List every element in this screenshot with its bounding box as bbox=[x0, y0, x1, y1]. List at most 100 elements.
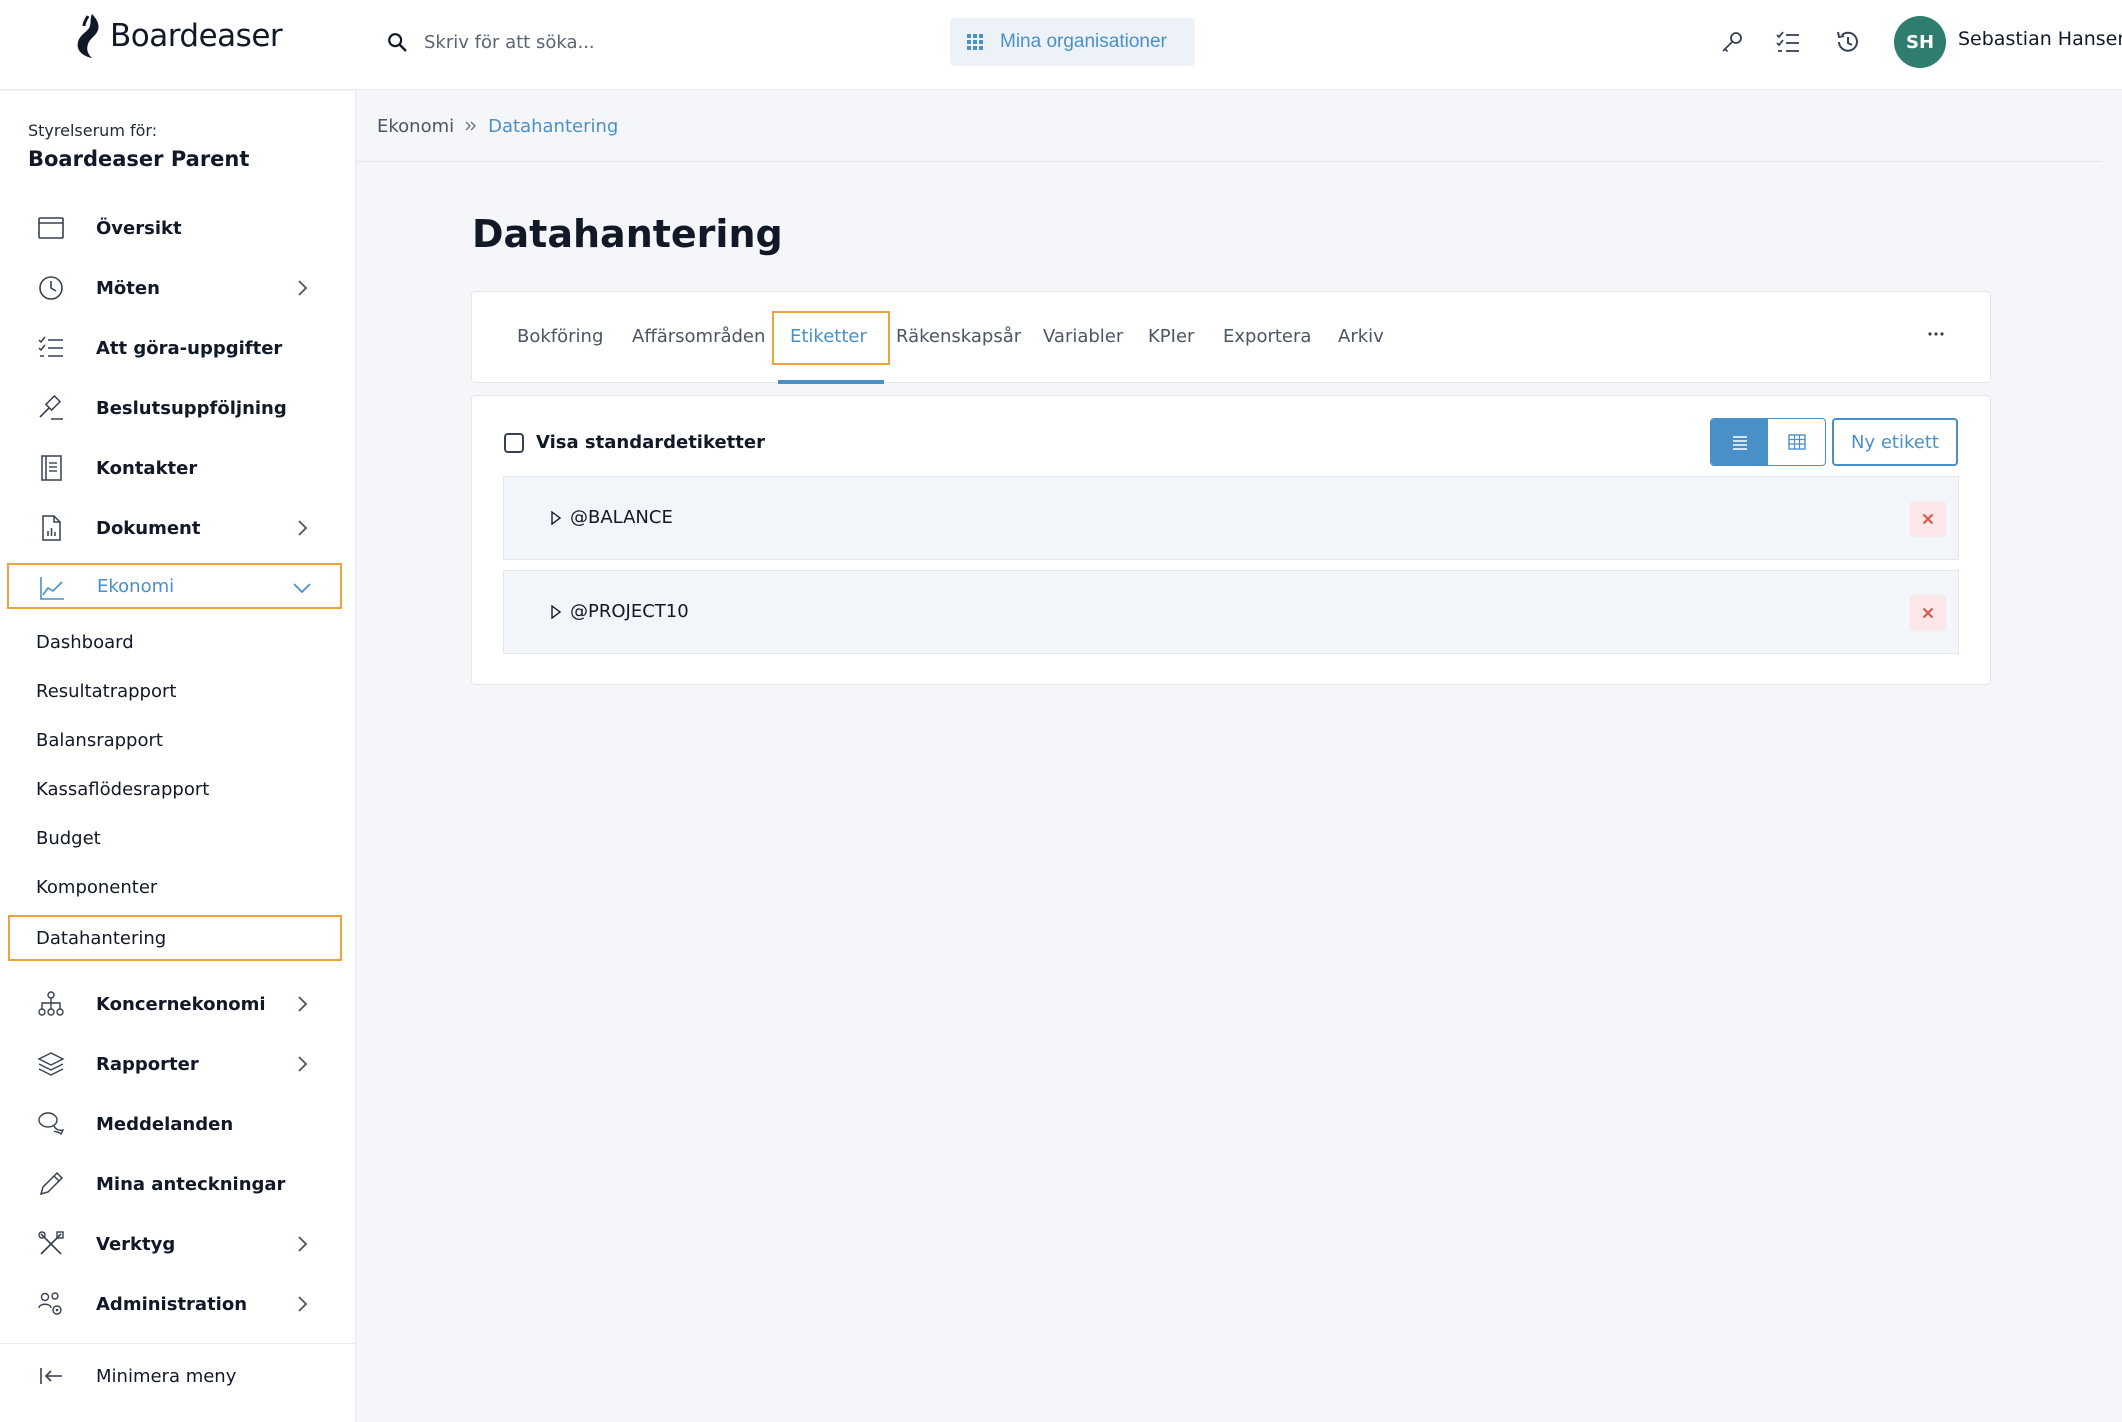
gavel-icon bbox=[36, 394, 66, 422]
tab-arkiv[interactable]: Arkiv bbox=[1338, 326, 1384, 347]
table-view-button[interactable] bbox=[1768, 419, 1825, 465]
sidebar-item-reports[interactable]: Rapporter bbox=[8, 1041, 340, 1087]
show-default-labels-checkbox[interactable] bbox=[504, 432, 524, 453]
app-logo[interactable]: Boardeaser bbox=[70, 12, 283, 60]
sidebar-item-label: Meddelanden bbox=[96, 1113, 234, 1135]
submenu-item-komponenter[interactable]: Komponenter bbox=[8, 864, 342, 910]
tab-affarsomraden[interactable]: Affärsområden bbox=[632, 326, 765, 347]
submenu-item-datahantering[interactable]: Datahantering bbox=[8, 915, 342, 961]
sidebar-item-label: Möten bbox=[96, 277, 160, 299]
table-grid-icon bbox=[1787, 434, 1806, 450]
submenu-item-kassaflodesrapport[interactable]: Kassaflödesrapport bbox=[8, 766, 342, 812]
key-icon bbox=[1722, 32, 1742, 53]
tools-icon bbox=[36, 1230, 66, 1258]
sidebar-item-label: Rapporter bbox=[96, 1053, 199, 1075]
my-organisations-button[interactable]: Mina organisationer bbox=[950, 18, 1195, 66]
tab-etiketter[interactable]: Etiketter bbox=[790, 326, 867, 347]
boardeaser-logo-icon bbox=[77, 14, 99, 58]
user-avatar[interactable]: SH bbox=[1894, 16, 1946, 68]
caret-right-icon[interactable] bbox=[550, 511, 562, 525]
sidebar-item-label: Ekonomi bbox=[97, 575, 175, 597]
label-row[interactable]: @BALANCE bbox=[503, 476, 1959, 560]
list-view-button[interactable] bbox=[1711, 419, 1768, 465]
label-name: @PROJECT10 bbox=[570, 601, 689, 622]
calendar-icon bbox=[36, 214, 66, 242]
history-icon bbox=[1837, 31, 1858, 52]
tab-variabler[interactable]: Variabler bbox=[1043, 326, 1123, 347]
chat-bubbles-icon bbox=[36, 1110, 66, 1138]
label-name: @BALANCE bbox=[570, 507, 673, 528]
pencil-icon bbox=[36, 1170, 66, 1198]
label-row[interactable]: @PROJECT10 bbox=[503, 570, 1959, 654]
org-tree-icon bbox=[36, 990, 66, 1018]
delete-label-button[interactable] bbox=[1910, 501, 1946, 537]
sidebar-item-label: Administration bbox=[96, 1293, 248, 1315]
sidebar-item-label: Beslutsuppföljning bbox=[96, 397, 287, 419]
board-room-name[interactable]: Boardeaser Parent bbox=[28, 147, 249, 171]
submenu-item-resultatrapport[interactable]: Resultatrapport bbox=[8, 668, 342, 714]
submenu-item-dashboard[interactable]: Dashboard bbox=[8, 619, 342, 665]
submenu-item-budget[interactable]: Budget bbox=[8, 815, 342, 861]
minimize-menu-label: Minimera meny bbox=[96, 1365, 237, 1387]
sidebar-item-tasks[interactable]: Att göra-uppgifter bbox=[8, 325, 340, 371]
list-icon bbox=[1732, 436, 1747, 450]
close-icon bbox=[1922, 607, 1934, 619]
tab-exportera[interactable]: Exportera bbox=[1223, 326, 1311, 347]
sidebar-item-moten[interactable]: Möten bbox=[8, 265, 340, 311]
sidebar-divider bbox=[0, 1343, 356, 1344]
search-icon bbox=[388, 33, 407, 52]
sidebar-item-label: Dokument bbox=[96, 517, 201, 539]
checklist-icon bbox=[1776, 31, 1799, 52]
breadcrumb: Ekonomi Datahantering bbox=[357, 91, 2102, 162]
tab-kpier[interactable]: KPIer bbox=[1148, 326, 1194, 347]
tab-bokforing[interactable]: Bokföring bbox=[517, 326, 603, 347]
history-button[interactable] bbox=[1832, 26, 1864, 58]
submenu-item-balansrapport[interactable]: Balansrapport bbox=[8, 717, 342, 763]
clock-icon bbox=[36, 274, 66, 302]
new-label-button[interactable]: Ny etikett bbox=[1832, 418, 1958, 466]
view-toggle bbox=[1710, 418, 1826, 466]
more-horizontal-icon bbox=[1928, 332, 1944, 336]
more-options-button[interactable] bbox=[1922, 324, 1950, 344]
page-title: Datahantering bbox=[472, 212, 783, 256]
line-chart-icon bbox=[37, 574, 67, 602]
sidebar-item-oversikt[interactable]: Översikt bbox=[8, 205, 340, 251]
top-header: Boardeaser Mina organisationer SH Sebast… bbox=[0, 0, 2122, 90]
sidebar-item-label: Kontakter bbox=[96, 457, 198, 479]
global-search[interactable] bbox=[386, 22, 906, 62]
collapse-left-icon bbox=[36, 1362, 66, 1390]
sidebar-item-administration[interactable]: Administration bbox=[8, 1281, 340, 1327]
search-input[interactable] bbox=[424, 31, 864, 53]
key-button[interactable] bbox=[1716, 26, 1748, 58]
minimize-menu-button[interactable]: Minimera meny bbox=[8, 1353, 340, 1399]
chevron-right-icon bbox=[298, 1296, 308, 1312]
breadcrumb-current[interactable]: Datahantering bbox=[488, 116, 618, 137]
sidebar: Styrelserum för: Boardeaser Parent Övers… bbox=[0, 91, 356, 1422]
sidebar-item-contacts[interactable]: Kontakter bbox=[8, 445, 340, 491]
sidebar-item-documents[interactable]: Dokument bbox=[8, 505, 340, 551]
chevron-right-icon bbox=[298, 280, 308, 296]
sidebar-item-label: Översikt bbox=[96, 217, 182, 239]
tab-rakenskapsar[interactable]: Räkenskapsår bbox=[896, 326, 1021, 347]
double-chevron-right-icon bbox=[465, 121, 477, 131]
show-default-labels-label: Visa standardetiketter bbox=[536, 432, 765, 453]
document-chart-icon bbox=[36, 514, 66, 542]
breadcrumb-parent[interactable]: Ekonomi bbox=[377, 116, 454, 137]
chevron-right-icon bbox=[298, 520, 308, 536]
sidebar-item-tools[interactable]: Verktyg bbox=[8, 1221, 340, 1267]
labels-panel: Visa standardetiketter Ny etikett @BALAN… bbox=[471, 395, 1991, 685]
sidebar-item-label: Att göra-uppgifter bbox=[96, 337, 283, 359]
sidebar-item-group-finance[interactable]: Koncernekonomi bbox=[8, 981, 340, 1027]
checklist-icon bbox=[36, 334, 66, 362]
tasks-button[interactable] bbox=[1772, 26, 1804, 58]
user-name[interactable]: Sebastian Hansen bbox=[1958, 28, 2122, 50]
show-default-labels[interactable]: Visa standardetiketter bbox=[504, 432, 765, 453]
sidebar-item-ekonomi[interactable]: Ekonomi bbox=[7, 563, 342, 609]
my-organisations-label: Mina organisationer bbox=[1000, 31, 1167, 52]
sidebar-item-my-notes[interactable]: Mina anteckningar bbox=[8, 1161, 340, 1207]
delete-label-button[interactable] bbox=[1910, 595, 1946, 631]
sidebar-item-decisions[interactable]: Beslutsuppföljning bbox=[8, 385, 340, 431]
users-gear-icon bbox=[36, 1290, 66, 1318]
sidebar-item-messages[interactable]: Meddelanden bbox=[8, 1101, 340, 1147]
caret-right-icon[interactable] bbox=[550, 605, 562, 619]
